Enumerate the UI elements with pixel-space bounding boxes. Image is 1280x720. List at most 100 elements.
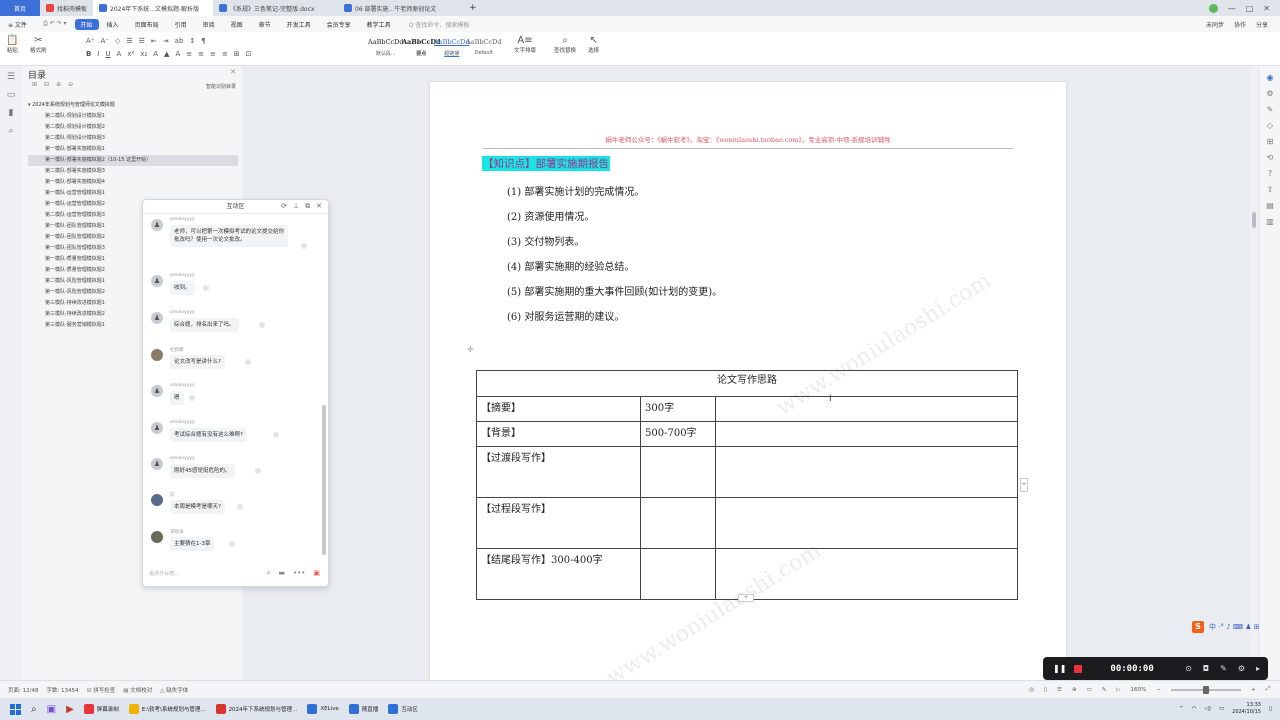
table-cell[interactable] [715, 396, 1018, 422]
like-icon[interactable] [229, 541, 235, 547]
eye-protect-icon[interactable]: ◎ [1029, 687, 1034, 693]
scroll-thumb[interactable] [1252, 212, 1256, 228]
pages-icon[interactable]: ▭ [6, 90, 16, 100]
edit-icon[interactable]: ✎ [1260, 105, 1280, 114]
menu-references[interactable]: 引用 [167, 20, 195, 29]
doc-check[interactable]: ▤ 文档校对 [123, 686, 152, 694]
taskbar-app[interactable]: 2024年下系统规划与管理... [215, 704, 297, 714]
menu-file[interactable]: ≡ 文件 [0, 20, 35, 29]
find-replace-button[interactable]: ⌕ 查找替换 [554, 35, 576, 54]
toc-item[interactable]: 第一模队-部署实施模拟题1 [28, 144, 238, 155]
tab-home[interactable]: 首页 [0, 0, 40, 16]
tab-doc-answer[interactable]: 2024年下系统...文模拟题-解析版 [93, 0, 214, 16]
windows-start-icon[interactable] [10, 703, 21, 715]
vertical-scrollbar[interactable] [1250, 66, 1258, 680]
table-cell[interactable] [715, 446, 1018, 498]
tab-doc-notes[interactable]: 《系规》三色笔记-完整版.docx [213, 0, 338, 16]
font-controls[interactable]: A⁺ A⁻ ◇ ☰ ☰ ⇤ ⇥ ab ↕ ¶ [86, 37, 206, 45]
menu-view[interactable]: 视图 [223, 20, 251, 29]
toc-item[interactable]: 第二模队-规划设计模拟题2 [28, 122, 238, 133]
toc-item[interactable]: 第一模队-运营管理模拟题1 [28, 188, 238, 199]
table-cell[interactable]: 【过渡段写作】 [476, 446, 641, 498]
document-page[interactable]: www.woniulaoshi.com www.woniulaoshi.com … [430, 82, 1066, 680]
media-icon[interactable]: ▶ [66, 704, 74, 715]
like-icon[interactable] [259, 322, 265, 328]
add-row-button[interactable]: + [738, 594, 754, 602]
menu-insert[interactable]: 插入 [99, 20, 127, 29]
location-icon[interactable]: ◉ [1260, 73, 1280, 82]
command-search-input[interactable]: Q 查找命令、搜索模板 [409, 20, 470, 29]
word-count[interactable]: 字数: 13454 [46, 686, 78, 694]
style-icon[interactable]: ⚙ [1260, 89, 1280, 98]
taskbar-app[interactable]: E:\软考\系统规划与管理... [128, 704, 206, 714]
tray-chevron-icon[interactable]: ⌃ [1179, 706, 1184, 712]
like-icon[interactable] [245, 359, 251, 365]
quick-access-icons[interactable]: ⎙ ↶ ↷ ▾ [35, 20, 75, 28]
search-icon[interactable]: ⌕ [31, 704, 37, 715]
table-cell[interactable]: 【过程段写作】 [476, 497, 641, 549]
paste-button[interactable]: 📋 粘贴 [6, 35, 18, 54]
new-tab-button[interactable]: + [463, 0, 483, 16]
zoom-knob[interactable] [1202, 685, 1209, 694]
table-cell[interactable] [715, 548, 1018, 600]
table-cell[interactable]: 【结尾段写作】300-400字 [476, 548, 641, 600]
missing-font[interactable]: △ 缺失字体 [160, 686, 188, 694]
zoom-in-icon[interactable]: + [1251, 687, 1256, 693]
table-cell[interactable] [715, 421, 1018, 447]
webcam-icon[interactable]: ⊙ [1185, 664, 1192, 673]
toc-item[interactable]: 第二模队-部署实施模拟题3 [28, 166, 238, 177]
close-icon[interactable]: ✕ [316, 202, 322, 211]
maximize-icon[interactable]: □ [1246, 4, 1254, 13]
search-icon[interactable]: ⌕ [6, 126, 16, 136]
table-cell[interactable]: 300字 [640, 396, 716, 422]
like-icon[interactable] [273, 432, 279, 438]
add-column-button[interactable]: + [1020, 478, 1028, 492]
table-cell[interactable] [715, 497, 1018, 549]
like-icon[interactable] [189, 395, 195, 401]
page-view-icon[interactable]: ▯ [1044, 687, 1047, 693]
style-default[interactable]: AaBbCcDd 默认段... [368, 38, 404, 57]
refresh-icon[interactable]: ⟳ [281, 202, 287, 211]
collab-button[interactable]: 协作 [1234, 20, 1246, 29]
style-hyperlink[interactable]: AaBbCcDd 超链接 [434, 38, 470, 57]
search-icon[interactable]: ⌕ [266, 569, 270, 578]
zoom-slider[interactable] [1170, 685, 1241, 694]
shape-icon[interactable]: ◇ [1260, 121, 1280, 130]
taskbar-app[interactable]: 随直播 [348, 704, 378, 714]
pen-icon[interactable]: ✎ [1220, 664, 1227, 673]
network-icon[interactable]: ◠ [1192, 706, 1197, 712]
table-cell[interactable] [640, 446, 716, 498]
toc-item[interactable]: 第一模队-部署实施模拟题4 [28, 177, 238, 188]
style-default-2[interactable]: AaBbCcDd Default [466, 38, 502, 56]
document-canvas[interactable]: www.woniulaoshi.com www.woniulaoshi.com … [242, 66, 1252, 680]
tab-template[interactable]: 找稻壳模板 [40, 0, 93, 16]
bookmark-icon[interactable]: ▮ [6, 108, 16, 118]
clock[interactable]: 13:33 2024/10/15 [1232, 702, 1261, 716]
toc-collapse-icon[interactable]: ⊟ [44, 81, 49, 88]
minimize-icon[interactable]: — [1228, 4, 1236, 13]
chat-window[interactable]: 互动区 ⟳ ⊥ ⧉ ✕ ♟ oreoloyyyy 老师，可以把第一次模拟考试的论… [142, 199, 329, 587]
like-icon[interactable] [203, 285, 209, 291]
toc-remove-icon[interactable]: ⊖ [68, 81, 73, 88]
share-icon[interactable]: ⇪ [1260, 185, 1280, 194]
more-icon[interactable]: ••• [293, 569, 305, 578]
layers-icon[interactable]: ▥ [1260, 217, 1280, 226]
zoom-level[interactable]: 160% [1131, 687, 1147, 693]
table-cell[interactable]: 【摘要】 [476, 396, 641, 422]
ime-toolbar[interactable]: S 中 ·° ♪ ⌨ ♟ ⊞ [1192, 620, 1278, 634]
toc-item[interactable]: 第二模队-规划设计模拟题3 [28, 133, 238, 144]
close-icon[interactable]: ✕ [1263, 4, 1270, 13]
image-icon[interactable]: ▬ [278, 569, 285, 578]
avatar-icon[interactable] [1208, 3, 1218, 13]
share-button[interactable]: 分享 [1256, 20, 1268, 29]
text-layout-button[interactable]: A≡ 文字排版 [514, 35, 536, 54]
collapse-icon[interactable]: ▸ [1256, 664, 1260, 673]
table-cell[interactable]: 【背景】 [476, 421, 641, 447]
camera-icon[interactable]: ◘ [1203, 664, 1209, 673]
pause-icon[interactable]: ❚❚ [1053, 664, 1066, 673]
taskbar-app[interactable]: 屏幕录制 [83, 704, 119, 714]
taskbar-app[interactable]: 互动区 [388, 704, 418, 714]
menu-page-layout[interactable]: 页面布局 [127, 20, 167, 29]
doc-icon[interactable]: ▤ [1260, 201, 1280, 210]
menu-member[interactable]: 会员专享 [319, 20, 359, 29]
